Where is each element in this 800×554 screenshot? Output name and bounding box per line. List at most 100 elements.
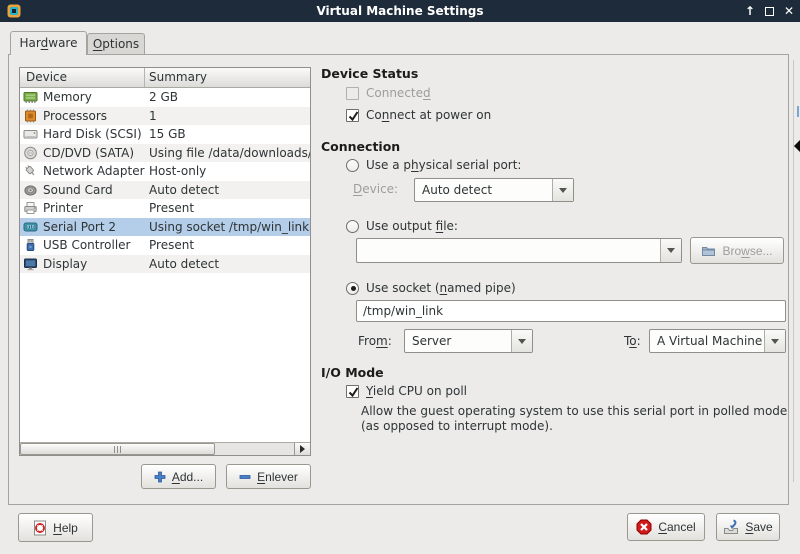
window-title: Virtual Machine Settings [316, 4, 484, 18]
cancel-icon [636, 519, 652, 535]
usb-icon [23, 238, 39, 252]
device-summary: Present [149, 201, 195, 216]
device-name: Serial Port 2 [43, 219, 117, 234]
device-name: CD/DVD (SATA) [43, 145, 135, 160]
table-row-printer[interactable]: Printer Present [20, 199, 310, 218]
output-file-radio[interactable] [346, 219, 359, 233]
processor-icon [23, 109, 39, 123]
device-summary: Auto detect [149, 182, 220, 197]
device-select-label-row: Device: [353, 182, 398, 196]
table-row-memory[interactable]: Memory 2 GB [20, 88, 310, 107]
device-name: Memory [43, 90, 92, 105]
chevron-down-icon [660, 239, 681, 262]
output-file-label: Use output file: [366, 219, 458, 233]
physical-port-radio-row[interactable]: Use a physical serial port: [346, 158, 521, 172]
table-row-hard-disk[interactable]: Hard Disk (SCSI) 15 GB [20, 125, 310, 144]
yield-cpu-checkbox-row[interactable]: Yield CPU on poll [346, 384, 467, 398]
table-row-serial-port-2[interactable]: 010 Serial Port 2 Using socket /tmp/win_l… [20, 217, 310, 236]
table-row-display[interactable]: Display Auto detect [20, 254, 310, 273]
device-name: Display [43, 256, 88, 271]
to-value: A Virtual Machine [657, 334, 763, 348]
device-summary: 1 [149, 108, 157, 123]
cancel-button[interactable]: Cancel [627, 513, 705, 541]
device-summary: Present [149, 238, 195, 253]
device-table: Device Summary Memory 2 GB Processors 1 … [19, 67, 311, 456]
close-window-icon[interactable]: ✕ [784, 0, 794, 22]
to-label-row: To: [624, 334, 641, 348]
hardware-tab-panel: Device Summary Memory 2 GB Processors 1 … [8, 54, 789, 505]
device-summary: 2 GB [149, 90, 178, 105]
scrollbar-right-arrow[interactable] [294, 443, 310, 455]
socket-radio-row[interactable]: Use socket (named pipe) [346, 281, 516, 295]
column-header-summary[interactable]: Summary [145, 68, 310, 87]
to-dropdown[interactable]: A Virtual Machine [649, 329, 786, 353]
serial-port-icon: 010 [23, 220, 39, 234]
connection-header: Connection [321, 139, 401, 154]
table-row-usb-controller[interactable]: USB Controller Present [20, 236, 310, 255]
socket-radio[interactable] [346, 281, 359, 295]
connect-power-label: Connect at power on [366, 108, 492, 122]
from-value: Server [412, 334, 452, 348]
chevron-down-icon [552, 179, 573, 201]
tab-hardware[interactable]: Hardware [10, 31, 87, 55]
from-dropdown[interactable]: Server [404, 329, 533, 353]
physical-device-value: Auto detect [422, 183, 493, 197]
save-button[interactable]: Save [716, 513, 780, 541]
memory-icon [23, 90, 39, 104]
shade-window-icon[interactable]: ↑ [745, 0, 755, 22]
device-summary: 15 GB [149, 127, 186, 142]
table-row-sound-card[interactable]: Sound Card Auto detect [20, 180, 310, 199]
output-file-radio-row[interactable]: Use output file: [346, 219, 458, 233]
from-label: From: [358, 334, 392, 348]
remove-button[interactable]: Enlever [226, 464, 311, 489]
table-row-cd-dvd[interactable]: CD/DVD (SATA) Using file /data/downloads… [20, 143, 310, 162]
socket-label: Use socket (named pipe) [366, 281, 516, 295]
yield-cpu-checkbox[interactable] [346, 384, 359, 398]
add-button-label: Add... [171, 469, 204, 484]
device-select-label: Device: [353, 182, 399, 196]
browse-button-label: Browse... [722, 243, 773, 258]
display-icon [23, 257, 39, 271]
save-button-label: Save [745, 520, 773, 534]
device-status-header: Device Status [321, 66, 419, 81]
connect-power-checkbox[interactable] [346, 108, 359, 122]
device-name: Processors [43, 108, 108, 123]
network-icon [23, 164, 39, 178]
to-label: To: [624, 334, 641, 348]
horizontal-scrollbar[interactable] [20, 442, 310, 455]
device-table-header: Device Summary [20, 68, 310, 88]
connected-label: Connected [366, 86, 431, 100]
yield-cpu-label: Yield CPU on poll [366, 384, 467, 398]
chevron-down-icon [511, 330, 532, 352]
device-summary: Using file /data/downloads/w [149, 145, 310, 160]
device-table-rows: Memory 2 GB Processors 1 Hard Disk (SCSI… [20, 88, 310, 442]
io-mode-header: I/O Mode [321, 365, 384, 380]
chevron-down-icon [764, 330, 785, 352]
table-row-network-adapter[interactable]: Network Adapter Host-only [20, 162, 310, 181]
output-file-dropdown[interactable] [356, 238, 682, 263]
io-mode-description: Allow the guest operating system to use … [361, 404, 788, 433]
physical-port-label: Use a physical serial port: [366, 158, 522, 172]
maximize-window-icon[interactable] [764, 6, 774, 16]
device-name: Sound Card [43, 182, 113, 197]
table-row-processors[interactable]: Processors 1 [20, 106, 310, 125]
physical-port-radio[interactable] [346, 158, 359, 172]
connect-power-checkbox-row[interactable]: Connect at power on [346, 108, 491, 122]
tab-options[interactable]: Options [87, 33, 145, 55]
device-name: Hard Disk (SCSI) [43, 127, 142, 142]
minus-icon [239, 474, 251, 479]
help-button[interactable]: Help [18, 513, 93, 542]
hard-disk-icon [23, 127, 39, 141]
socket-path-input[interactable] [356, 300, 786, 322]
sound-icon [23, 183, 39, 197]
remove-button-label: Enlever [257, 469, 298, 484]
vmware-app-icon [7, 4, 21, 18]
physical-device-dropdown[interactable]: Auto detect [414, 178, 574, 202]
edge-triangle-icon [794, 140, 800, 152]
connected-checkbox-row: Connected [346, 86, 431, 100]
column-header-device[interactable]: Device [20, 68, 145, 87]
browse-button: Browse... [690, 237, 784, 264]
background-window-edge [793, 22, 800, 554]
add-button[interactable]: Add... [141, 464, 216, 489]
scrollbar-thumb[interactable] [20, 443, 215, 455]
